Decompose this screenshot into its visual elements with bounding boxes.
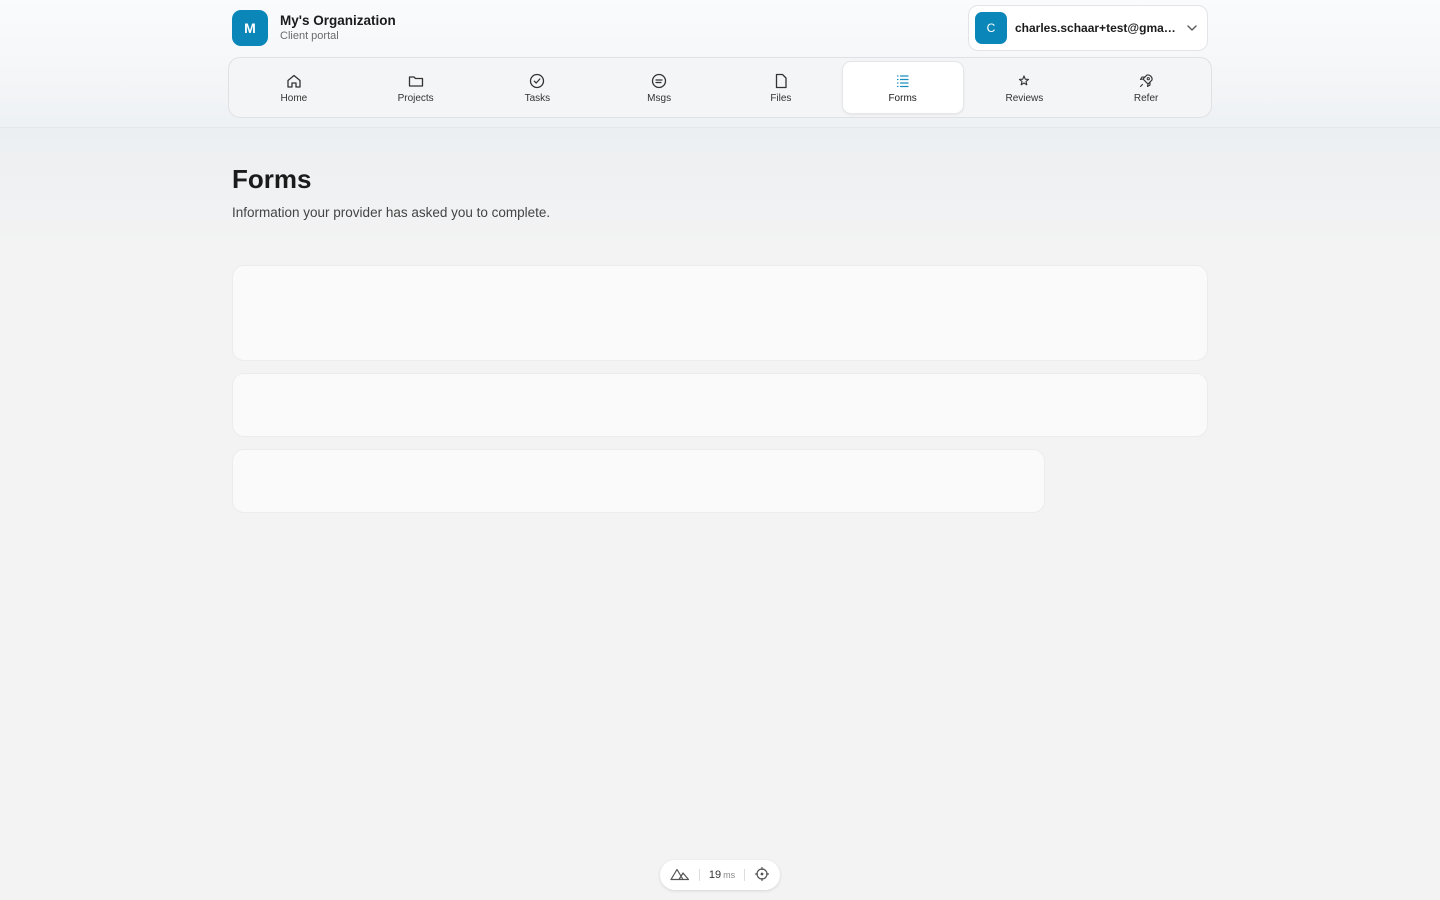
check-circle-icon <box>528 72 546 90</box>
star-icon <box>1015 72 1033 90</box>
form-card-skeleton <box>232 373 1208 437</box>
page-subtitle: Information your provider has asked you … <box>232 205 551 220</box>
nav-item-reviews[interactable]: Reviews <box>964 61 1086 114</box>
nav-label: Tasks <box>524 92 551 104</box>
nav-label: Forms <box>888 92 917 104</box>
form-card-skeleton <box>232 265 1208 361</box>
chevron-down-icon <box>1187 25 1197 31</box>
divider <box>698 869 700 881</box>
message-icon <box>650 72 668 90</box>
org-subtitle: Client portal <box>280 30 339 42</box>
nav-item-home[interactable]: Home <box>233 61 355 114</box>
nav-item-files[interactable]: Files <box>720 61 842 114</box>
nav-item-forms[interactable]: Forms <box>841 61 964 114</box>
divider <box>744 869 746 881</box>
nav-label: Refer <box>1133 92 1159 104</box>
org-name: My's Organization <box>280 13 396 28</box>
home-icon <box>285 72 303 90</box>
rocket-icon <box>1137 72 1155 90</box>
nav-item-tasks[interactable]: Tasks <box>477 61 599 114</box>
org-logo: M <box>232 10 268 46</box>
list-icon <box>894 72 912 90</box>
org-brand[interactable]: M My's Organization Client portal <box>232 10 396 46</box>
nav-label: Msgs <box>647 92 672 104</box>
nav-item-projects[interactable]: Projects <box>355 61 477 114</box>
page-title: Forms <box>232 164 312 194</box>
nav-item-refer[interactable]: Refer <box>1085 61 1207 114</box>
nav-label: Reviews <box>1005 92 1044 104</box>
account-menu-button[interactable]: C charles.schaar+test@gmail.... <box>968 5 1208 51</box>
main-nav: Home Projects Tasks Msgs Files Forms Rev… <box>228 57 1212 118</box>
render-time[interactable]: 19 ms <box>709 869 735 881</box>
avatar: C <box>975 12 1007 44</box>
nav-label: Home <box>280 92 308 104</box>
nuxt-logo-icon[interactable] <box>670 867 690 884</box>
account-email: charles.schaar+test@gmail.... <box>1015 21 1177 35</box>
dev-toolbar: 19 ms <box>660 860 780 890</box>
render-time-unit: ms <box>723 870 736 880</box>
folder-icon <box>407 72 425 90</box>
nav-item-msgs[interactable]: Msgs <box>598 61 720 114</box>
form-card-skeleton <box>232 449 1045 513</box>
nav-label: Projects <box>397 92 434 104</box>
nav-label: Files <box>770 92 792 104</box>
render-time-value: 19 <box>708 869 722 881</box>
file-icon <box>772 72 790 90</box>
crosshair-icon[interactable] <box>754 866 770 885</box>
background-fade <box>0 128 1440 248</box>
